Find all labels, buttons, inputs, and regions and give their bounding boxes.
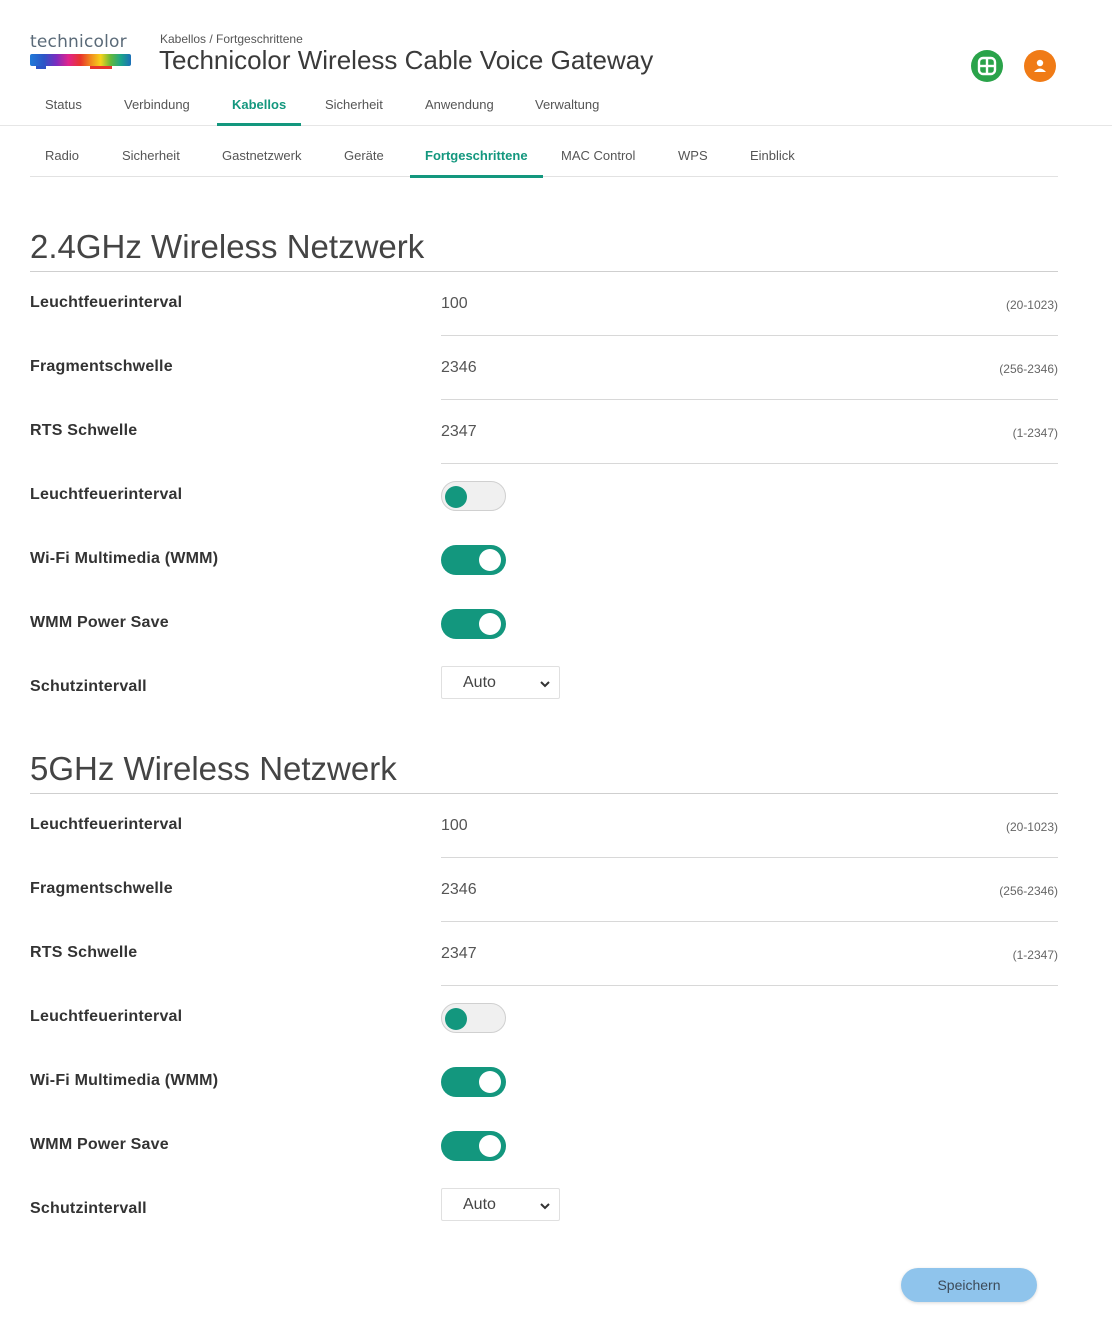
toggle-knob <box>445 1008 467 1030</box>
page-header: technicolor Kabellos / Fortgeschrittene … <box>0 0 1112 126</box>
chevron-down-icon <box>540 681 550 688</box>
wmm-row: Wi-Fi Multimedia (WMM) <box>30 1050 1058 1114</box>
range-hint: (20-1023) <box>1005 298 1058 312</box>
guard-interval-row: Schutzintervall Auto <box>30 1178 1058 1242</box>
tab-anwendung[interactable]: Anwendung <box>425 90 494 126</box>
wmm-power-save-row: WMM Power Save <box>30 1114 1058 1178</box>
wmm-toggle[interactable] <box>441 1067 506 1097</box>
range-hint: (1-2347) <box>1012 426 1058 440</box>
range-hint: (20-1023) <box>1005 820 1058 834</box>
tab-verwaltung[interactable]: Verwaltung <box>535 90 599 126</box>
tab-status[interactable]: Status <box>45 90 82 126</box>
subtab-einblick[interactable]: Einblick <box>750 137 795 177</box>
subtab-sicherheit[interactable]: Sicherheit <box>122 137 180 177</box>
beacon-interval-row: Leuchtfeuerinterval 100 (20-1023) <box>30 272 1058 336</box>
input-value: 2346 <box>441 359 477 376</box>
input-value: 2347 <box>441 945 477 962</box>
subtab-mac-control[interactable]: MAC Control <box>561 137 635 177</box>
save-button[interactable]: Speichern <box>901 1268 1037 1302</box>
subtab-fortgeschrittene[interactable]: Fortgeschrittene <box>410 137 543 178</box>
toggle-knob <box>445 486 467 508</box>
field-label: RTS Schwelle <box>30 944 138 961</box>
fragment-threshold-row: Fragmentschwelle 2346 (256-2346) <box>30 336 1058 400</box>
toggle-knob <box>479 549 501 571</box>
field-label: Leuchtfeuerinterval <box>30 294 183 311</box>
fragment-threshold-input[interactable]: 2346 (256-2346) <box>441 342 1058 400</box>
tab-sicherheit[interactable]: Sicherheit <box>325 90 383 126</box>
wmm-toggle[interactable] <box>441 545 506 575</box>
field-label: Fragmentschwelle <box>30 880 173 897</box>
guard-interval-row: Schutzintervall Auto <box>30 656 1058 720</box>
input-value: 2346 <box>441 881 477 898</box>
field-label: Schutzintervall <box>30 678 147 695</box>
field-label: WMM Power Save <box>30 614 169 631</box>
guard-interval-select[interactable]: Auto <box>441 1188 560 1221</box>
user-icon-glyph <box>1034 59 1046 72</box>
technicolor-logo[interactable]: technicolor <box>30 32 134 76</box>
field-label: Wi-Fi Multimedia (WMM) <box>30 550 219 567</box>
input-value: 100 <box>441 817 468 834</box>
subtab-wps[interactable]: WPS <box>678 137 708 177</box>
section-title: 2.4GHz Wireless Netzwerk <box>30 222 1058 272</box>
field-label: Leuchtfeuerinterval <box>30 1008 183 1025</box>
grid-icon[interactable] <box>971 50 1003 82</box>
logo-color-bar <box>30 54 131 69</box>
rts-threshold-row: RTS Schwelle 2347 (1-2347) <box>30 922 1058 986</box>
wmm-power-save-toggle[interactable] <box>441 609 506 639</box>
section-title: 5GHz Wireless Netzwerk <box>30 744 1058 794</box>
breadcrumb: Kabellos / Fortgeschrittene <box>160 32 303 46</box>
beacon-interval-input[interactable]: 100 (20-1023) <box>441 800 1058 858</box>
logo-text: technicolor <box>30 32 127 52</box>
fragment-threshold-row: Fragmentschwelle 2346 (256-2346) <box>30 858 1058 922</box>
field-label: Leuchtfeuerinterval <box>30 816 183 833</box>
fragment-threshold-input[interactable]: 2346 (256-2346) <box>441 864 1058 922</box>
beacon-interval-row: Leuchtfeuerinterval 100 (20-1023) <box>30 794 1058 858</box>
toggle-knob <box>479 1135 501 1157</box>
field-label: Fragmentschwelle <box>30 358 173 375</box>
beacon-toggle[interactable] <box>441 1003 506 1033</box>
page-title: Technicolor Wireless Cable Voice Gateway <box>159 45 654 75</box>
wmm-row: Wi-Fi Multimedia (WMM) <box>30 528 1058 592</box>
field-label: Wi-Fi Multimedia (WMM) <box>30 1072 219 1089</box>
select-value: Auto <box>463 1196 496 1213</box>
beacon-toggle-row: Leuchtfeuerinterval <box>30 986 1058 1050</box>
select-value: Auto <box>463 674 496 691</box>
rts-threshold-input[interactable]: 2347 (1-2347) <box>441 406 1058 464</box>
toggle-knob <box>479 613 501 635</box>
grid-icon-glyph <box>977 56 997 76</box>
section-24ghz: 2.4GHz Wireless Netzwerk Leuchtfeuerinte… <box>30 222 1058 720</box>
input-value: 100 <box>441 295 468 312</box>
sub-tabs: Radio Sicherheit Gastnetzwerk Geräte For… <box>30 137 1058 178</box>
user-icon[interactable] <box>1024 50 1056 82</box>
guard-interval-select[interactable]: Auto <box>441 666 560 699</box>
field-label: WMM Power Save <box>30 1136 169 1153</box>
field-label: Schutzintervall <box>30 1200 147 1217</box>
rts-threshold-row: RTS Schwelle 2347 (1-2347) <box>30 400 1058 464</box>
section-5ghz: 5GHz Wireless Netzwerk Leuchtfeuerinterv… <box>30 744 1058 1242</box>
field-label: Leuchtfeuerinterval <box>30 486 183 503</box>
chevron-down-icon <box>540 1203 550 1210</box>
beacon-toggle-row: Leuchtfeuerinterval <box>30 464 1058 528</box>
subtab-gastnetzwerk[interactable]: Gastnetzwerk <box>222 137 301 177</box>
range-hint: (256-2346) <box>999 362 1058 376</box>
tab-kabellos[interactable]: Kabellos <box>216 90 302 126</box>
wmm-power-save-row: WMM Power Save <box>30 592 1058 656</box>
input-value: 2347 <box>441 423 477 440</box>
beacon-toggle[interactable] <box>441 481 506 511</box>
wmm-power-save-toggle[interactable] <box>441 1131 506 1161</box>
beacon-interval-input[interactable]: 100 (20-1023) <box>441 278 1058 336</box>
toggle-knob <box>479 1071 501 1093</box>
subtab-geraete[interactable]: Geräte <box>344 137 384 177</box>
tab-verbindung[interactable]: Verbindung <box>124 90 190 126</box>
rts-threshold-input[interactable]: 2347 (1-2347) <box>441 928 1058 986</box>
range-hint: (1-2347) <box>1012 948 1058 962</box>
field-label: RTS Schwelle <box>30 422 138 439</box>
range-hint: (256-2346) <box>999 884 1058 898</box>
subtab-radio[interactable]: Radio <box>45 137 79 177</box>
